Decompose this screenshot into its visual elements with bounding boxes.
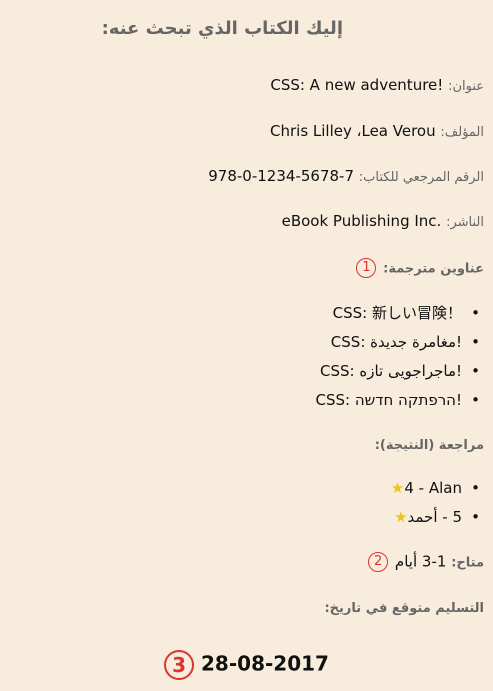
reviews-list: 4 - Alan★ 5 - أحمد★ bbox=[14, 478, 484, 536]
book-title-label: عنوان: bbox=[448, 79, 484, 94]
marker-2-icon: 2 bbox=[368, 552, 389, 572]
list-item: CSS: ماجراجویی تازه! bbox=[14, 361, 484, 390]
list-item: 5 - أحمد★ bbox=[14, 507, 484, 536]
author-label: المؤلف: bbox=[440, 125, 484, 140]
publisher-value: eBook Publishing Inc. bbox=[281, 212, 442, 230]
translated-titles-header: عناوين مترجمة: 1 bbox=[14, 258, 484, 278]
isbn-value: 978-0-1234-5678-7 bbox=[208, 167, 354, 185]
publisher-row: الناشر: eBook Publishing Inc. bbox=[14, 212, 484, 230]
book-title-value: CSS: A new adventure! bbox=[270, 76, 444, 94]
star-icon: ★ bbox=[390, 479, 405, 497]
page-title: إليك الكتاب الذي تبحث عنه: bbox=[101, 18, 343, 39]
list-item: CSS: 新しい冒険！ bbox=[14, 303, 484, 332]
marker-1-icon: 1 bbox=[356, 258, 377, 278]
delivery-label: التسليم متوقع في تاريخ: bbox=[324, 601, 484, 616]
list-item: CSS: הרפתקה חדשה! bbox=[14, 390, 484, 419]
review-text: 4 - Alan bbox=[404, 479, 462, 497]
author-value: Chris Lilley ،Lea Verou bbox=[270, 122, 436, 140]
marker-3-icon: 3 bbox=[164, 650, 195, 680]
isbn-row: الرقم المرجعي للكتاب: 978-0-1234-5678-7 bbox=[14, 167, 484, 185]
translated-titles-list: CSS: 新しい冒険！ CSS: مغامرة جديدة! CSS: ماجر… bbox=[14, 303, 484, 419]
book-details-page: إليك الكتاب الذي تبحث عنه: عنوان: CSS: A… bbox=[0, 0, 493, 691]
author-row: المؤلف: Chris Lilley ،Lea Verou bbox=[14, 122, 484, 140]
isbn-label: الرقم المرجعي للكتاب: bbox=[358, 170, 484, 185]
review-text: 5 - أحمد bbox=[407, 508, 462, 526]
translated-titles-label: عناوين مترجمة: bbox=[383, 261, 484, 277]
delivery-date: 28-08-2017 bbox=[201, 651, 329, 676]
delivery-header: التسليم متوقع في تاريخ: bbox=[14, 598, 484, 616]
reviews-header: مراجعة (النتيجة): bbox=[14, 435, 484, 453]
star-icon: ★ bbox=[394, 508, 408, 526]
availability-row: متاح: 1-3 أيام 2 bbox=[14, 552, 484, 572]
list-item: CSS: مغامرة جديدة! bbox=[14, 332, 484, 361]
list-item: 4 - Alan★ bbox=[14, 478, 484, 507]
availability-value: 1-3 أيام bbox=[394, 552, 447, 571]
book-title-row: عنوان: CSS: A new adventure! bbox=[14, 76, 484, 94]
delivery-date-row: 3 28-08-2017 bbox=[0, 650, 493, 680]
reviews-label: مراجعة (النتيجة): bbox=[374, 438, 484, 453]
publisher-label: الناشر: bbox=[446, 215, 484, 230]
availability-label: متاح: bbox=[451, 555, 484, 571]
